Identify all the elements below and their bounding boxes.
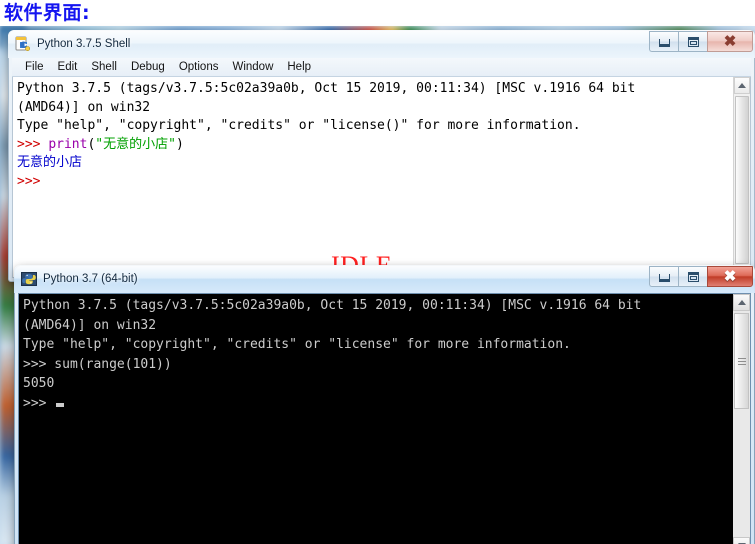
idle-output-text: 无意的小店 [17, 155, 83, 171]
console-caption-buttons[interactable]: ✖ [649, 266, 753, 287]
idle-minimize-button[interactable] [649, 31, 678, 52]
idle-maximize-button[interactable] [678, 31, 707, 52]
menu-item-edit[interactable]: Edit [51, 60, 85, 75]
menu-item-debug[interactable]: Debug [124, 60, 172, 75]
menu-item-file[interactable]: File [18, 60, 51, 75]
console-close-button[interactable]: ✖ [707, 266, 753, 287]
idle-banner-line-1: Python 3.7.5 (tags/v3.7.5:5c02a39a0b, Oc… [17, 81, 636, 96]
idle-vertical-scrollbar[interactable] [733, 77, 750, 277]
idle-caption-buttons[interactable]: ✖ [649, 31, 753, 52]
idle-app-icon [15, 36, 31, 52]
maximize-icon [687, 271, 699, 282]
idle-prompt-2: >>> [17, 173, 41, 189]
console-content: Python 3.7.5 (tags/v3.7.5:5c02a39a0b, Oc… [23, 296, 730, 413]
idle-titlebar[interactable]: Python 3.7.5 Shell ✖ [8, 30, 755, 58]
console-banner-line-2: (AMD64)] on win32 [23, 317, 157, 333]
console-command-line: >>> sum(range(101)) [23, 356, 172, 372]
scroll-up-arrow-icon [737, 300, 746, 305]
console-text-area[interactable]: Python 3.7.5 (tags/v3.7.5:5c02a39a0b, Oc… [18, 293, 751, 544]
console-scroll-thumb[interactable] [734, 313, 749, 409]
console-titlebar[interactable]: Python 3.7 (64-bit) ✖ [14, 265, 755, 293]
python-logo-icon [21, 271, 37, 287]
idle-command-string: "无意的小店" [95, 136, 176, 152]
console-banner-line-1: Python 3.7.5 (tags/v3.7.5:5c02a39a0b, Oc… [23, 298, 642, 313]
idle-scroll-up-button[interactable] [734, 77, 750, 94]
close-icon: ✖ [723, 268, 737, 285]
menu-item-shell[interactable]: Shell [84, 60, 124, 75]
minimize-icon [658, 39, 670, 47]
console-minimize-button[interactable] [649, 266, 678, 287]
menu-item-window[interactable]: Window [225, 60, 280, 75]
menu-item-options[interactable]: Options [172, 60, 226, 75]
console-vertical-scrollbar[interactable] [733, 294, 750, 544]
idle-window-title: Python 3.7.5 Shell [37, 38, 131, 50]
idle-shell-textarea[interactable]: Python 3.7.5 (tags/v3.7.5:5c02a39a0b, Oc… [12, 77, 751, 278]
console-maximize-button[interactable] [678, 266, 707, 287]
console-scroll-down-button[interactable] [733, 537, 750, 544]
scroll-thumb-grip-icon [737, 357, 746, 365]
idle-shell-content: Python 3.7.5 (tags/v3.7.5:5c02a39a0b, Oc… [17, 80, 730, 192]
idle-command-function: print [48, 136, 88, 152]
console-banner-line-3: Type "help", "copyright", "credits" or "… [23, 337, 571, 352]
idle-banner-line-2: (AMD64)] on win32 [17, 99, 151, 115]
close-icon: ✖ [723, 33, 737, 50]
console-cursor [56, 402, 65, 407]
console-prompt: >>> [23, 395, 55, 411]
idle-close-button[interactable]: ✖ [707, 31, 753, 52]
python-console-window[interactable]: Python 3.7 (64-bit) ✖ Python 3.7.5 (tags… [14, 265, 755, 544]
console-window-title: Python 3.7 (64-bit) [43, 273, 138, 285]
idle-command-paren-close: ) [175, 136, 184, 152]
idle-banner-line-3: Type "help", "copyright", "credits" or "… [17, 118, 581, 134]
idle-shell-window[interactable]: Python 3.7.5 Shell ✖ File Edit Shell Deb… [8, 30, 755, 282]
idle-prompt-1: >>> [17, 136, 49, 152]
idle-menubar[interactable]: File Edit Shell Debug Options Window Hel… [12, 58, 751, 77]
screenshot-root: 软件界面: Python 3.7.5 Shell ✖ File Edit She… [0, 0, 755, 544]
console-result-line: 5050 [23, 376, 55, 391]
maximize-icon [687, 36, 699, 47]
page-title: 软件界面: [4, 2, 91, 24]
console-scroll-up-button[interactable] [733, 294, 750, 311]
scroll-up-arrow-icon [738, 83, 746, 88]
idle-scroll-thumb[interactable] [735, 96, 749, 264]
menu-item-help[interactable]: Help [280, 60, 318, 75]
minimize-icon [658, 274, 670, 282]
